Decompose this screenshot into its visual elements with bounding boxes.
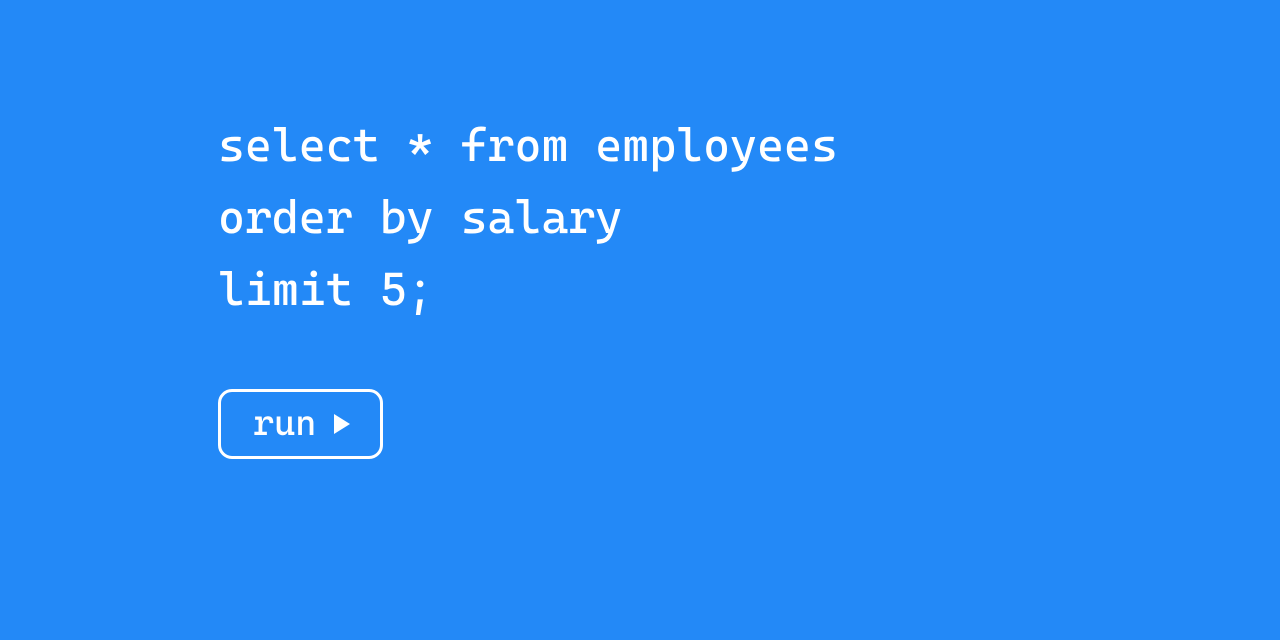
run-button-label: run [253, 406, 316, 442]
sql-query[interactable]: select * from employees order by salary … [218, 110, 1280, 325]
play-icon [334, 414, 350, 434]
run-button[interactable]: run [218, 389, 383, 459]
sql-query-line: order by salary [218, 182, 1280, 254]
query-editor-panel: select * from employees order by salary … [0, 0, 1280, 459]
action-row: run [218, 389, 1280, 459]
sql-query-line: limit 5; [218, 254, 1280, 326]
sql-query-line: select * from employees [218, 110, 1280, 182]
